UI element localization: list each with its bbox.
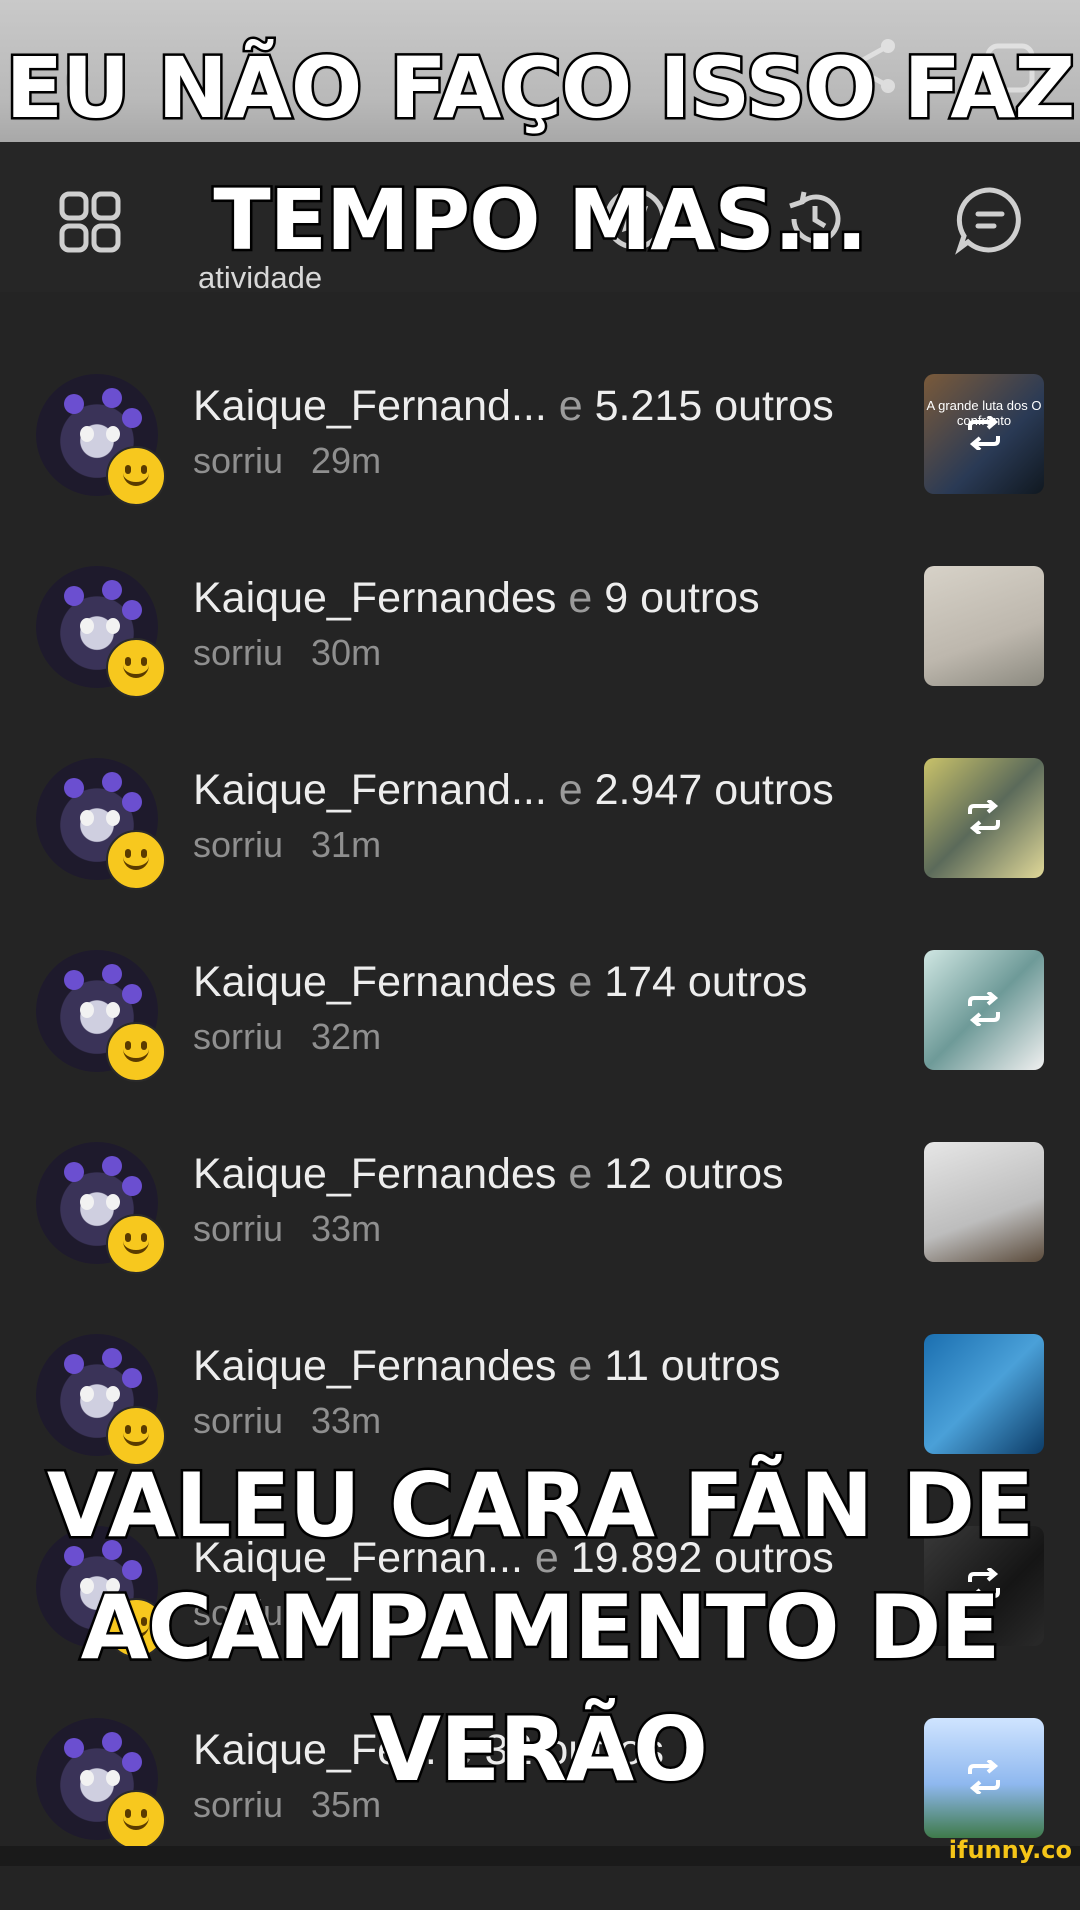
activity-text: Kaique_Fernand... e 5.215 outros bbox=[193, 382, 834, 431]
action-text: sorriu bbox=[193, 824, 284, 865]
activity-text: Kaique_Fernandes e 12 outros bbox=[193, 1150, 784, 1199]
timestamp: 33m bbox=[311, 1400, 382, 1441]
activity-row[interactable]: Kaique_Fernandes e 174 outros sorriu 32m bbox=[0, 950, 1080, 1142]
username-link[interactable]: Kaique_Fernand... bbox=[193, 382, 547, 430]
username-link[interactable]: Kaique_Fernandes bbox=[193, 1342, 556, 1390]
meme-top-caption-1: EU NÃO FAÇO ISSO FAZ bbox=[3, 38, 1078, 139]
smile-emoji-icon bbox=[106, 830, 166, 890]
action-text: sorriu bbox=[193, 1208, 284, 1249]
activity-meta: sorriu 33m bbox=[193, 1208, 381, 1250]
activity-row[interactable]: Kaique_Fernandes e 9 outros sorriu 30m bbox=[0, 566, 1080, 758]
meme-bottom-caption-3: VERÃO bbox=[371, 1697, 711, 1802]
post-thumbnail[interactable] bbox=[924, 566, 1044, 686]
timestamp: 31m bbox=[311, 824, 382, 865]
activity-meta: sorriu 33m bbox=[193, 1400, 381, 1442]
timestamp: 29m bbox=[311, 440, 382, 481]
activity-text: Kaique_Fernandes e 174 outros bbox=[193, 958, 807, 1007]
timestamp: 32m bbox=[311, 1016, 382, 1057]
connector-text: e bbox=[558, 766, 583, 814]
activity-meta: sorriu 31m bbox=[193, 824, 381, 866]
post-thumbnail[interactable]: A grande luta dos O confronto bbox=[924, 374, 1044, 494]
activity-meta: sorriu 29m bbox=[193, 440, 381, 482]
repost-icon bbox=[964, 990, 1004, 1028]
post-thumbnail[interactable] bbox=[924, 1142, 1044, 1262]
others-count-link[interactable]: 174 outros bbox=[604, 958, 807, 1006]
smile-emoji-icon bbox=[106, 1214, 166, 1274]
smile-emoji-icon bbox=[106, 638, 166, 698]
activity-text: Kaique_Fernandes e 9 outros bbox=[193, 574, 760, 623]
timestamp: 33m bbox=[311, 1208, 382, 1249]
connector-text: e bbox=[568, 574, 593, 622]
connector-text: e bbox=[568, 958, 593, 1006]
others-count-link[interactable]: 5.215 outros bbox=[595, 382, 834, 430]
timestamp: 30m bbox=[311, 632, 382, 673]
action-text: sorriu bbox=[193, 632, 284, 673]
username-link[interactable]: Kaique_Fernandes bbox=[193, 1150, 556, 1198]
action-text: sorriu bbox=[193, 1016, 284, 1057]
activity-row[interactable]: Kaique_Fernandes e 12 outros sorriu 33m bbox=[0, 1142, 1080, 1334]
others-count-link[interactable]: 12 outros bbox=[604, 1150, 783, 1198]
activity-meta: sorriu 32m bbox=[193, 1016, 381, 1058]
repost-icon bbox=[964, 414, 1004, 452]
activity-meta: sorriu 30m bbox=[193, 632, 381, 674]
post-thumbnail[interactable] bbox=[924, 758, 1044, 878]
post-thumbnail[interactable] bbox=[924, 1334, 1044, 1454]
activity-row[interactable]: Kaique_Fernand... e 5.215 outros sorriu 2… bbox=[0, 374, 1080, 566]
connector-text: e bbox=[568, 1150, 593, 1198]
username-link[interactable]: Kaique_Fernandes bbox=[193, 958, 556, 1006]
repost-icon bbox=[964, 798, 1004, 836]
others-count-link[interactable]: 9 outros bbox=[604, 574, 759, 622]
smile-emoji-icon bbox=[106, 446, 166, 506]
meme-bottom-caption-1: VALEU CARA FÃN DE bbox=[44, 1453, 1036, 1558]
activity-text: Kaique_Fernand... e 2.947 outros bbox=[193, 766, 834, 815]
activity-row[interactable]: Kaique_Fernand... e 2.947 outros sorriu 3… bbox=[0, 758, 1080, 950]
action-text: sorriu bbox=[193, 1400, 284, 1441]
connector-text: e bbox=[558, 382, 583, 430]
ifunny-watermark: ifunny.co bbox=[948, 1836, 1072, 1864]
others-count-link[interactable]: 2.947 outros bbox=[595, 766, 834, 814]
action-text: sorriu bbox=[193, 440, 284, 481]
meme-top-caption-2: TEMPO MAS... bbox=[211, 170, 870, 271]
post-thumbnail[interactable] bbox=[924, 950, 1044, 1070]
smile-emoji-icon bbox=[106, 1022, 166, 1082]
username-link[interactable]: Kaique_Fernandes bbox=[193, 574, 556, 622]
others-count-link[interactable]: 11 outros bbox=[604, 1342, 780, 1390]
bottom-bar bbox=[0, 1846, 1080, 1866]
meme-bottom-caption-2: ACAMPAMENTO DE bbox=[78, 1575, 1003, 1680]
username-link[interactable]: Kaique_Fernand... bbox=[193, 766, 547, 814]
activity-text: Kaique_Fernandes e 11 outros bbox=[193, 1342, 780, 1391]
connector-text: e bbox=[568, 1342, 593, 1390]
